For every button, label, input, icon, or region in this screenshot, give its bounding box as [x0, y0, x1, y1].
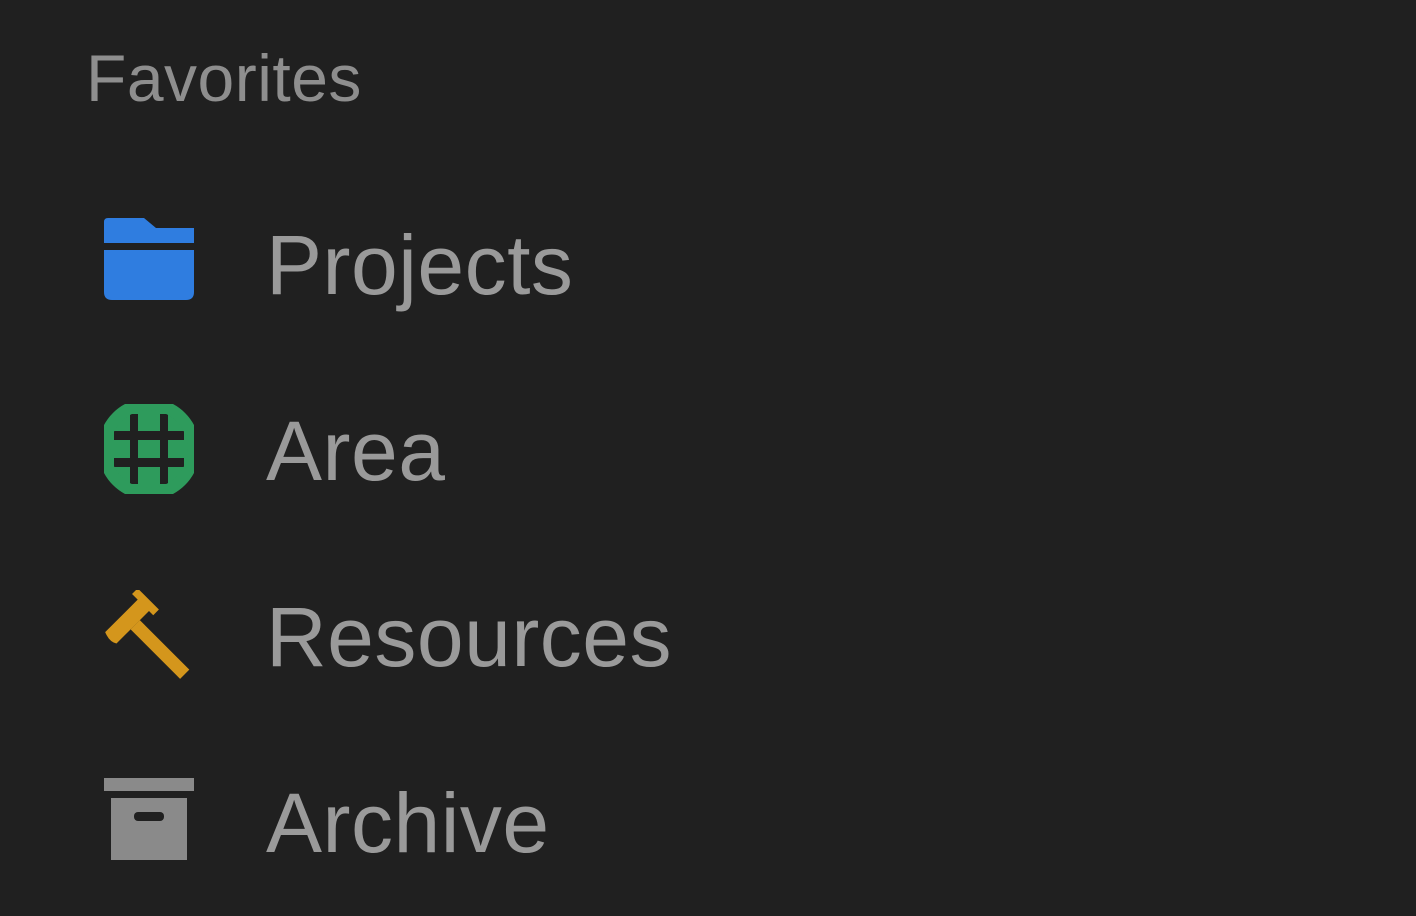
sidebar-item-area[interactable]: Area: [86, 386, 986, 506]
sidebar-item-projects[interactable]: Projects: [86, 200, 986, 320]
globe-icon: [104, 404, 194, 494]
archive-box-icon: [104, 776, 194, 866]
hammer-icon: [104, 590, 194, 680]
sidebar-item-archive[interactable]: Archive: [86, 758, 986, 878]
sidebar-item-label: Archive: [266, 776, 550, 870]
favorites-sidebar: Favorites Projects Area Resources Archiv…: [0, 0, 1416, 916]
folder-icon: [104, 218, 194, 308]
favorites-section-title: Favorites: [86, 41, 362, 115]
sidebar-item-resources[interactable]: Resources: [86, 572, 986, 692]
sidebar-item-label: Area: [266, 404, 446, 498]
sidebar-item-label: Projects: [266, 218, 574, 312]
sidebar-item-label: Resources: [266, 590, 673, 684]
